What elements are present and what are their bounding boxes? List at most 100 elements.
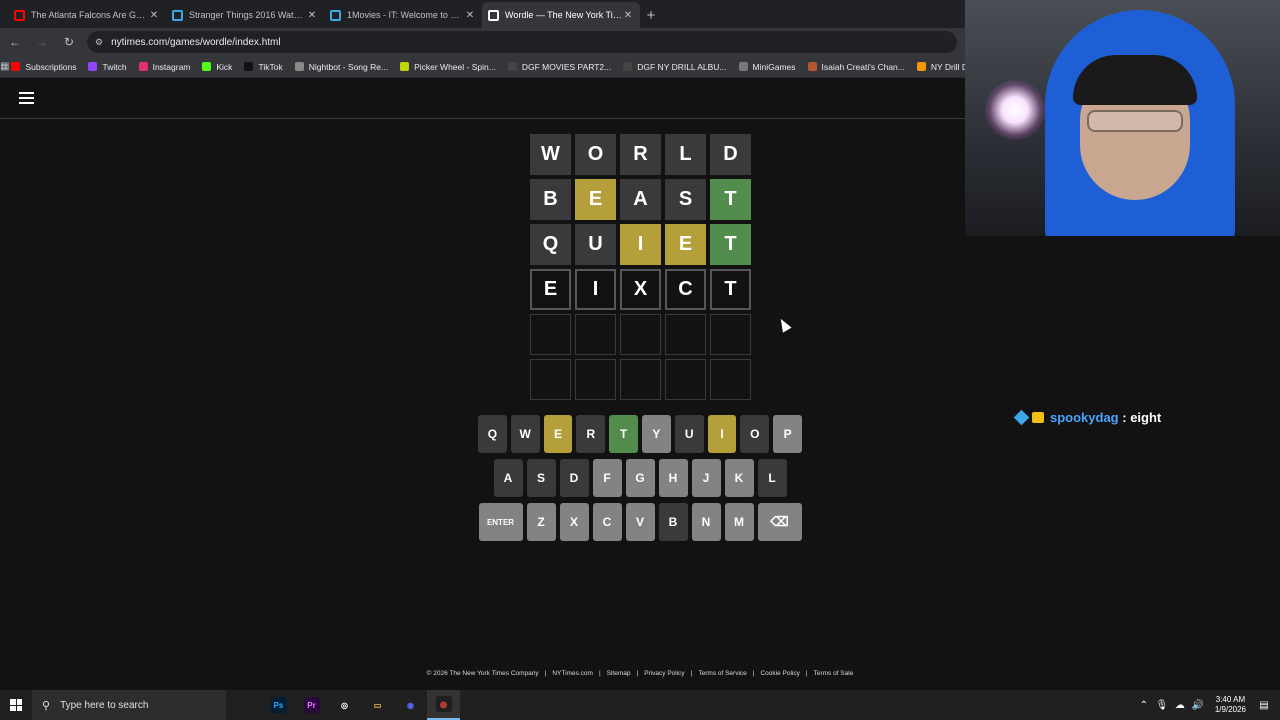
key-s[interactable]: S: [526, 459, 556, 497]
search-icon: ⚲: [42, 699, 51, 712]
key-o[interactable]: O: [740, 415, 770, 453]
back-arrow-icon[interactable]: ←: [3, 30, 27, 54]
footer-link: © 2026 The New York Times Company: [426, 670, 539, 677]
notification-icon[interactable]: ▤: [1254, 700, 1274, 711]
bookmark-item[interactable]: NY Drill Deads Q...: [916, 62, 965, 72]
key-h[interactable]: H: [658, 459, 688, 497]
bookmark-item[interactable]: MiniGames: [738, 62, 796, 72]
key-a[interactable]: A: [493, 459, 523, 497]
obs-taskbar-icon[interactable]: ◎: [328, 690, 361, 720]
windows-logo-icon: [10, 699, 22, 711]
key-c[interactable]: C: [592, 503, 622, 541]
search-placeholder: Type here to search: [60, 699, 149, 711]
footer-link[interactable]: Terms of Sale: [814, 670, 854, 677]
key-f[interactable]: F: [592, 459, 622, 497]
key-w[interactable]: W: [510, 415, 540, 453]
new-tab-icon[interactable]: +: [640, 2, 662, 28]
chrome-taskbar-icon[interactable]: ◍: [427, 690, 460, 720]
bookmark-item[interactable]: DGF NY DRILL ALBU...: [623, 62, 727, 72]
key-x[interactable]: X: [559, 503, 589, 541]
key-g[interactable]: G: [625, 459, 655, 497]
page-footer: © 2026 The New York Times Company | NYTime…: [0, 670, 1280, 677]
volume-icon[interactable]: 🔊: [1190, 700, 1206, 711]
board-tile: I: [575, 269, 616, 310]
close-tab-icon[interactable]: ✕: [306, 10, 318, 21]
key-m[interactable]: M: [724, 503, 754, 541]
enter-key[interactable]: ENTER: [478, 503, 523, 541]
key-n[interactable]: N: [691, 503, 721, 541]
bookmark-item[interactable]: Picker Wheel - Spin...: [400, 62, 496, 72]
forward-arrow-icon[interactable]: →: [30, 30, 54, 54]
key-e[interactable]: E: [543, 415, 573, 453]
backspace-key-icon[interactable]: ⌫: [757, 503, 802, 541]
browser-tab[interactable]: Wordle — The New York Times ✕: [482, 2, 640, 28]
key-p[interactable]: P: [773, 415, 802, 453]
bookmark-item[interactable]: Nightbot - Song Re...: [294, 62, 388, 72]
key-b[interactable]: B: [658, 503, 688, 541]
board-tile: [620, 314, 661, 355]
address-bar[interactable]: ⚙ nytimes.com/games/wordle/index.html: [87, 31, 957, 53]
key-u[interactable]: U: [674, 415, 704, 453]
bookmark-item[interactable]: Twitch: [88, 61, 127, 72]
key-z[interactable]: Z: [526, 503, 556, 541]
premiere-taskbar-icon[interactable]: Pr: [295, 690, 328, 720]
photoshop-taskbar-icon[interactable]: Ps: [262, 690, 295, 720]
tab-favicon-icon: [330, 9, 341, 21]
footer-link[interactable]: Sitemap: [607, 670, 631, 677]
system-tray: ⌃ 🎙 ☁ 🔊 3:40 AM 1/9/2026 ▤: [1135, 690, 1280, 720]
board-tile: S: [665, 179, 706, 220]
close-tab-icon[interactable]: ✕: [148, 10, 160, 21]
footer-link[interactable]: NYTimes.com: [552, 670, 593, 677]
start-button[interactable]: [0, 690, 32, 720]
site-info-icon[interactable]: ⚙: [95, 37, 103, 48]
bookmark-favicon-icon: [738, 62, 748, 71]
chat-username: spookydag: [1050, 410, 1119, 425]
microphone-icon[interactable]: 🎙: [1154, 700, 1170, 711]
key-i[interactable]: I: [707, 415, 737, 453]
bookmark-label: Twitch: [102, 61, 127, 72]
browser-tab-strip: The Atlanta Falcons Are Getting ✕ Stranger…: [0, 0, 965, 28]
bookmark-item[interactable]: Isaiah Creati's Chan...: [807, 62, 905, 72]
bookmark-item[interactable]: Subscriptions: [11, 62, 76, 72]
bookmark-favicon-icon: [807, 62, 817, 71]
file-explorer-taskbar-icon[interactable]: ▭: [361, 690, 394, 720]
key-y[interactable]: Y: [642, 415, 671, 453]
key-l[interactable]: L: [757, 459, 787, 497]
board-tile: [665, 314, 706, 355]
board-tile: T: [710, 224, 751, 265]
key-v[interactable]: V: [625, 503, 655, 541]
close-tab-icon[interactable]: ✕: [464, 10, 476, 21]
close-tab-icon[interactable]: ✕: [622, 10, 634, 21]
bookmark-item[interactable]: Instagram: [138, 62, 190, 72]
chevron-up-icon[interactable]: ⌃: [1136, 700, 1152, 711]
cloud-icon[interactable]: ☁: [1172, 700, 1188, 711]
footer-link[interactable]: Cookie Policy: [760, 670, 799, 677]
key-r[interactable]: R: [576, 415, 606, 453]
key-d[interactable]: D: [559, 459, 589, 497]
browser-tab[interactable]: Stranger Things 2016 Watch O ✕: [166, 2, 324, 28]
discord-taskbar-icon[interactable]: ◉: [394, 690, 427, 720]
board-tile: [575, 314, 616, 355]
reload-icon[interactable]: ↻: [57, 30, 81, 54]
webcam-overlay: [965, 0, 1280, 236]
bookmark-item[interactable]: TikTok: [244, 62, 283, 72]
bookmark-item[interactable]: Kick: [202, 62, 232, 72]
keyboard-row: QWERTYUIOP: [478, 415, 802, 453]
clock[interactable]: 3:40 AM 1/9/2026: [1215, 695, 1246, 715]
key-j[interactable]: J: [691, 459, 721, 497]
board-tile: Q: [530, 224, 571, 265]
browser-tab[interactable]: The Atlanta Falcons Are Getting ✕: [8, 2, 166, 28]
taskbar-apps: Ps Pr ◎ ▭ ◉ ◍: [262, 690, 460, 720]
taskbar-search[interactable]: ⚲ Type here to search: [32, 690, 226, 720]
key-t[interactable]: T: [609, 415, 638, 453]
key-k[interactable]: K: [724, 459, 754, 497]
board-tile: E: [665, 224, 706, 265]
board-tile: [575, 359, 616, 400]
key-q[interactable]: Q: [478, 415, 507, 453]
apps-grid-icon[interactable]: ▦: [0, 61, 9, 72]
bookmark-item[interactable]: DGF MOVIES PART2...: [507, 62, 611, 72]
menu-hamburger-icon[interactable]: [19, 92, 34, 104]
footer-link[interactable]: Terms of Service: [698, 670, 746, 677]
footer-link[interactable]: Privacy Policy: [644, 670, 684, 677]
browser-tab[interactable]: 1Movies - IT: Welcome to Derr ✕: [324, 2, 482, 28]
